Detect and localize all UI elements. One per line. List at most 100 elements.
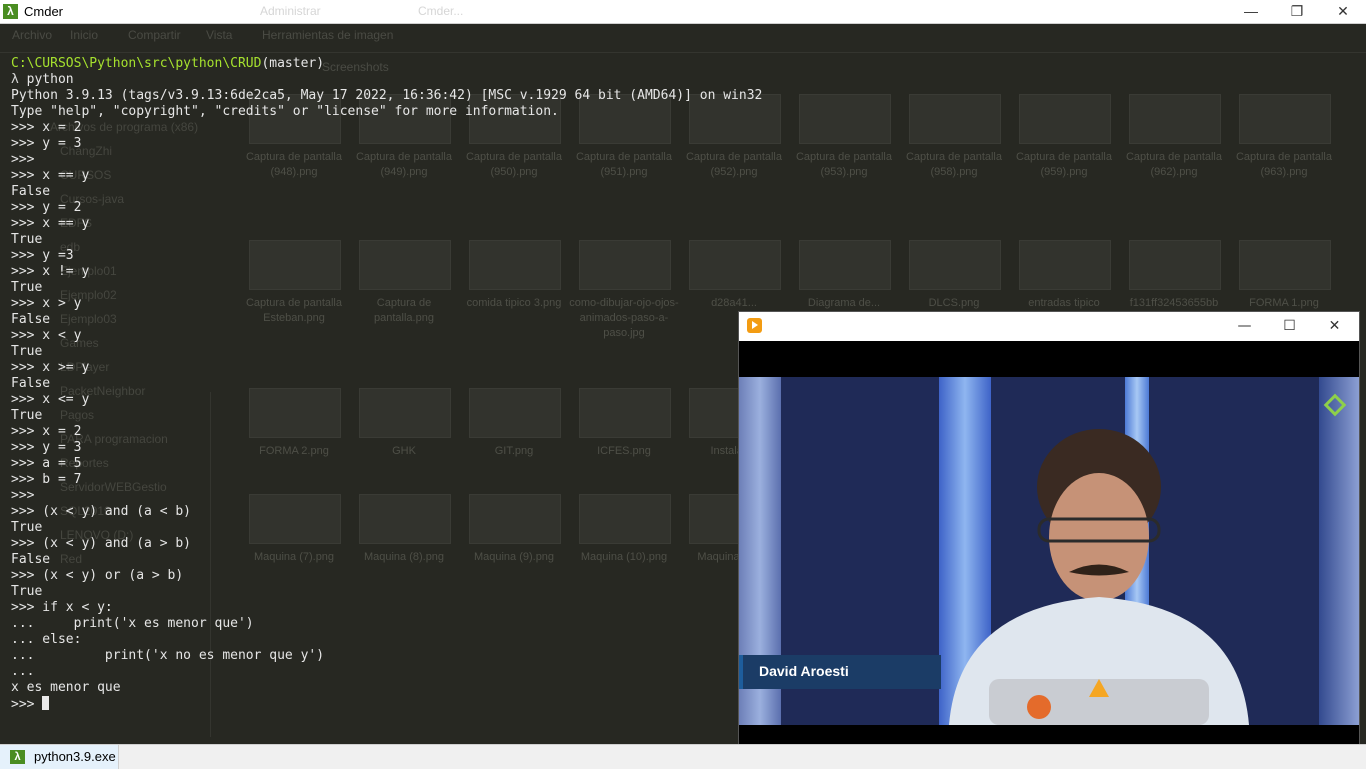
ghost-file-caption: f131ff32453655bb [1129,297,1219,309]
line-text: >>> x < y [11,328,82,343]
line-text: >>> b = 7 [11,472,82,487]
video-title-bar: — ☐ ✕ [739,312,1359,341]
terminal-line: >>> y = 3 [11,136,762,152]
ghost-thumbnail [909,94,1001,144]
ribbon-inicio: Inicio [70,28,99,42]
terminal-line: True [11,520,762,536]
line-text: >>> y =3 [11,248,74,263]
terminal-line: True [11,280,762,296]
minimize-button[interactable]: — [1228,0,1274,23]
terminal-line: True [11,584,762,600]
terminal-line: >>> a = 5 [11,456,762,472]
ghost-thumbnail [1239,240,1331,290]
video-player-window[interactable]: — ☐ ✕ David Aroesti [738,311,1360,762]
terminal-line: >>> x == y [11,168,762,184]
video-close-button[interactable]: ✕ [1312,312,1357,341]
terminal-line: >>> [11,488,762,504]
terminal-line: >>> x <= y [11,392,762,408]
ribbon-herramientas: Herramientas de imagen [262,28,394,42]
terminal-line: ... [11,664,762,680]
taskbar-item-python[interactable]: λ python3.9.exe [0,745,119,769]
terminal-line: C:\CURSOS\Python\src\python\CRUD(master) [11,56,762,72]
line-text: >>> y = 3 [11,136,82,151]
ghost-file-caption: DLCS.png [928,297,980,309]
terminal-line: True [11,232,762,248]
terminal-line: λ python [11,72,762,88]
terminal-line: >>> (x < y) and (a > b) [11,536,762,552]
terminal-line: >>> y = 3 [11,440,762,456]
terminal-line: ... print('x no es menor que y') [11,648,762,664]
terminal-line: True [11,408,762,424]
line-text: x es menor que [11,680,121,695]
close-button[interactable]: ✕ [1320,0,1366,23]
line-text: ... else: [11,632,82,647]
line-text: ... print('x es menor que') [11,616,254,631]
ghost-file-caption: FORMA 1.png [1249,297,1319,309]
line-text: >>> x <= y [11,392,90,407]
line-text: False [11,376,51,391]
terminal-line: >>> x == y [11,216,762,232]
line-text: False [11,552,51,567]
ghost-thumbnail [799,94,891,144]
prompt-path: C:\CURSOS\Python\src\python\CRUD [11,56,262,71]
terminal-line: >>> b = 7 [11,472,762,488]
terminal-line: Python 3.9.13 (tags/v3.9.13:6de2ca5, May… [11,88,762,104]
line-text: >>> [11,697,43,712]
line-text: >>> x > y [11,296,82,311]
ribbon-archivo: Archivo [12,28,53,42]
ghost-file-caption: Captura de pantalla (959).png [1015,151,1112,178]
line-text: True [11,232,43,247]
line-text: >>> y = 3 [11,440,82,455]
line-text: >>> y = 2 [11,200,82,215]
line-text: python [18,72,74,87]
ghost-thumbnail [1129,240,1221,290]
terminal-line: >>> [11,152,762,168]
terminal-line: >>> x = 2 [11,424,762,440]
ghost-thumbnail [909,240,1001,290]
line-text: >>> x != y [11,264,90,279]
video-minimize-button[interactable]: — [1222,312,1267,341]
terminal-line: False [11,184,762,200]
terminal-line: x es menor que [11,680,762,696]
terminal-line: >>> x > y [11,296,762,312]
terminal-line: True [11,344,762,360]
line-text: False [11,184,51,199]
terminal-output[interactable]: C:\CURSOS\Python\src\python\CRUD(master)… [11,56,762,712]
line-text: >>> (x < y) or (a > b) [11,568,184,583]
ribbon-vista: Vista [206,28,233,42]
ghost-file-caption: Diagrama de... [807,297,881,309]
ghost-thumbnail [1129,94,1221,144]
line-text: >>> x == y [11,168,90,183]
terminal-line: Type "help", "copyright", "credits" or "… [11,104,762,120]
video-frame[interactable]: David Aroesti [739,377,1359,725]
ghost-thumbnail [799,240,891,290]
line-text: Type "help", "copyright", "credits" or "… [11,104,559,119]
terminal-line: >>> x != y [11,264,762,280]
line-text: True [11,520,43,535]
line-text: True [11,344,43,359]
lower-third: David Aroesti [739,655,941,689]
line-text: Python 3.9.13 (tags/v3.9.13:6de2ca5, May… [11,88,763,103]
terminal-line: >>> (x < y) and (a < b) [11,504,762,520]
player-logo-icon [747,318,762,333]
video-maximize-button[interactable]: ☐ [1267,312,1312,341]
terminal-line: ... else: [11,632,762,648]
ghost-file-caption: Captura de pantalla (963).png [1235,151,1332,178]
line-text: >>> x = 2 [11,424,82,439]
taskbar-item-label: python3.9.exe [34,749,116,764]
ghost-file-caption: Captura de pantalla (953).png [795,151,892,178]
maximize-button[interactable]: ❐ [1274,0,1320,23]
ghost-file-caption: Captura de pantalla (958).png [905,151,1002,178]
terminal-line: >>> (x < y) or (a > b) [11,568,762,584]
presenter-figure [949,429,1249,725]
line-text: >>> (x < y) and (a < b) [11,504,192,519]
prompt-lambda: λ [11,72,19,87]
line-text: >>> x >= y [11,360,90,375]
line-text: >>> if x < y: [11,600,113,615]
terminal-line: >>> [11,696,762,712]
ghost-file-caption: entradas tipico [1028,297,1100,309]
ghost-file-caption: Captura de pantalla (962).png [1125,151,1222,178]
terminal-line: False [11,312,762,328]
cmder-lambda-icon: λ [3,4,18,19]
ghost-thumbnail [1019,240,1111,290]
